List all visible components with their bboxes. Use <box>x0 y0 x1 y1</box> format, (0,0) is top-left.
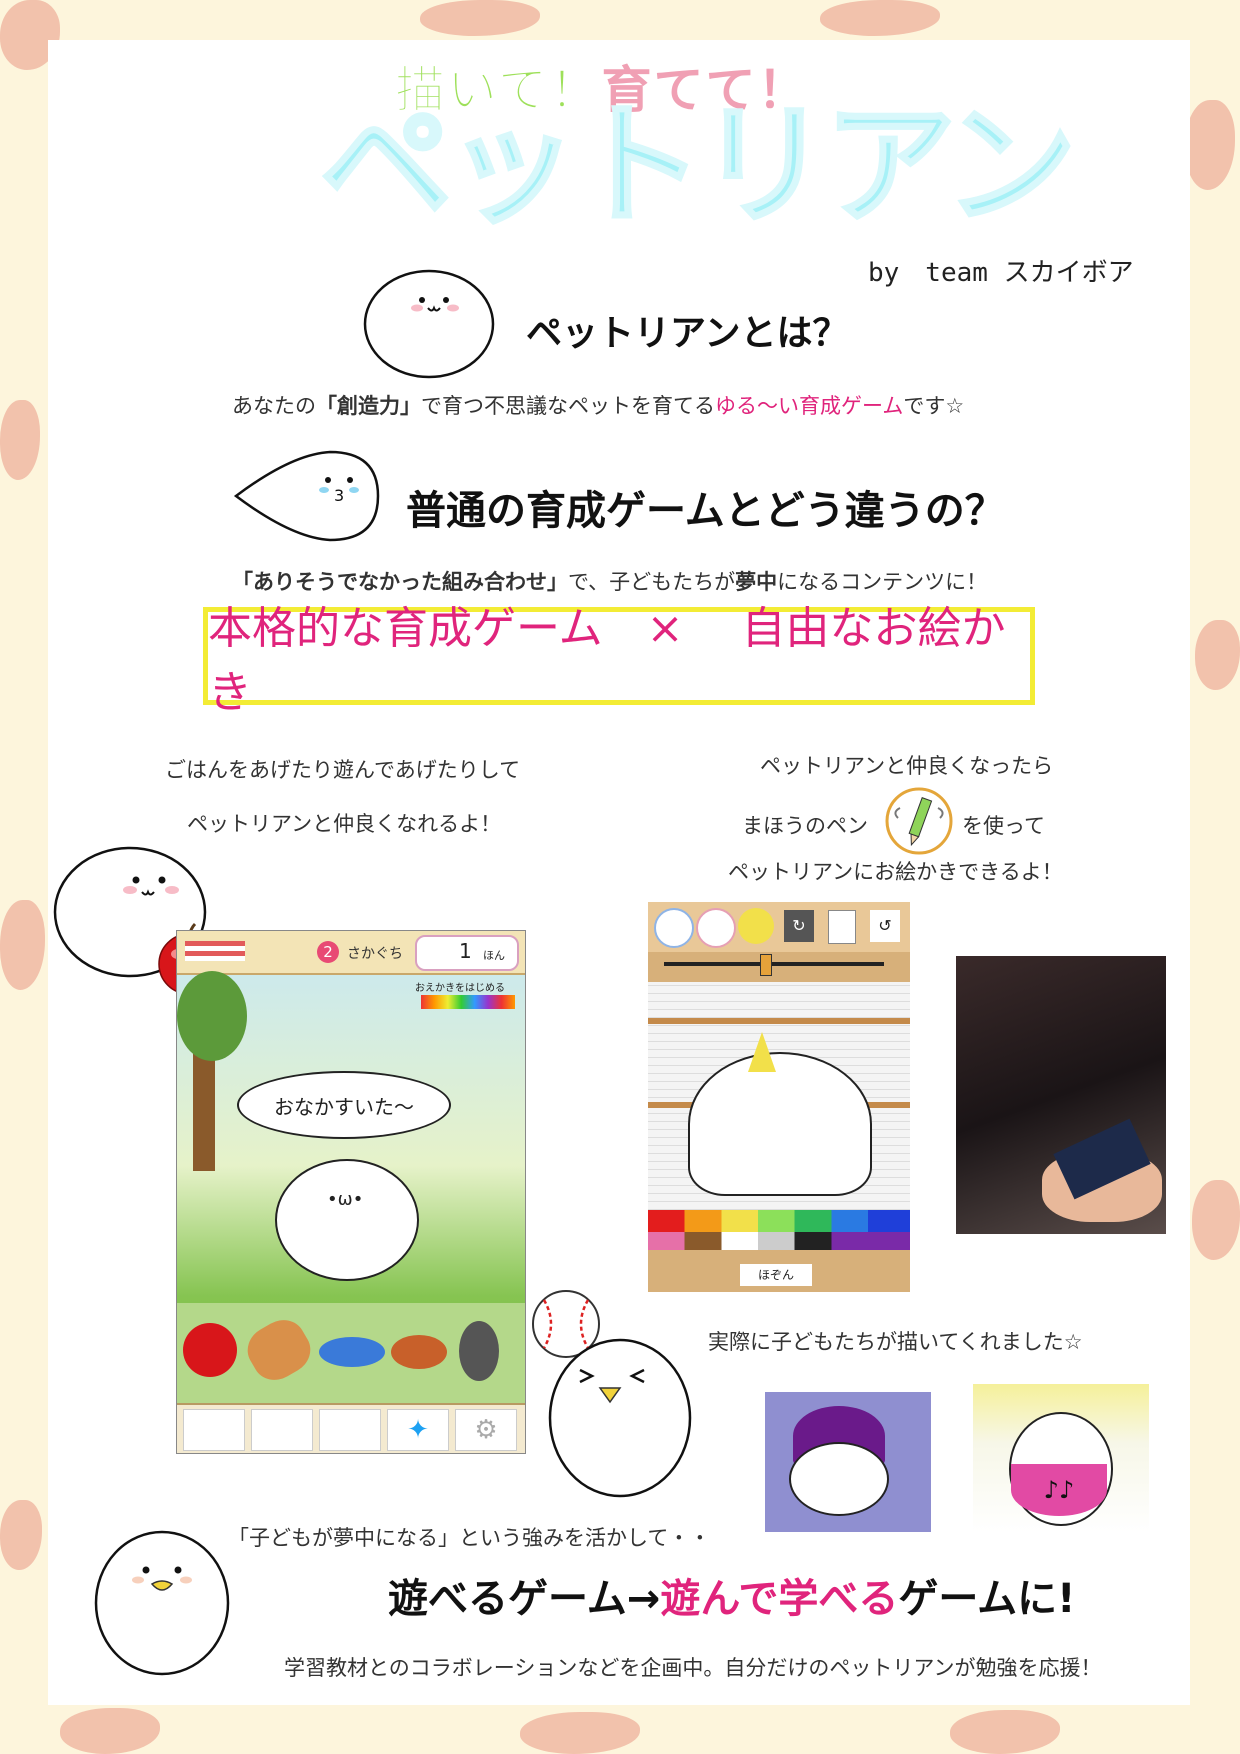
bg-pattern <box>820 0 940 36</box>
drawn-pet <box>688 1052 872 1196</box>
menu-settings-button[interactable]: ⚙ <box>455 1409 517 1451</box>
bg-pattern <box>0 400 40 480</box>
svg-text:3: 3 <box>334 486 344 505</box>
food-meat-icon[interactable] <box>391 1335 447 1369</box>
byline: by team スカイボア <box>868 258 1134 288</box>
drawn-horn <box>748 1032 776 1072</box>
bg-pattern <box>950 1710 1060 1754</box>
bg-pattern <box>1192 1180 1240 1260</box>
game-pet-name: さかぐち <box>347 946 403 962</box>
food-apple-icon[interactable] <box>183 1323 237 1377</box>
highlight-box: 本格的な育成ゲーム × 自由なお絵かき <box>203 603 1035 718</box>
section1-text: あなたの「創造力」で育つ不思議なペットを育てるゆる〜い育成ゲームです☆ <box>232 394 965 418</box>
bottom-slogan: 遊べるゲーム→遊んで学べるゲームに! <box>388 1576 1076 1622</box>
mascot-bird-icon <box>548 1338 692 1498</box>
right-caption-line3: ペットリアンにお絵かきできるよ！ <box>728 860 1063 884</box>
game-pet-face: •ω• <box>327 1189 364 1210</box>
game-crayons <box>421 995 515 1009</box>
magic-pen-icon <box>885 787 953 855</box>
food-fish-icon[interactable] <box>319 1337 385 1367</box>
game-counter-badge: 2 <box>317 941 339 963</box>
redo-icon[interactable]: ↻ <box>784 910 814 942</box>
menu-food-button[interactable] <box>183 1409 245 1451</box>
bucket-tool-icon[interactable] <box>696 908 736 948</box>
left-caption-line2: ペットリアンと仲良くなれるよ！ <box>187 812 502 836</box>
mascot-bird-small-icon <box>94 1530 230 1676</box>
bottom-lead: 「子どもが夢中になる」という強みを活かして・・ <box>228 1526 711 1550</box>
game-draw-prompt[interactable]: おえかきをはじめる <box>415 979 505 994</box>
slider-handle[interactable] <box>760 954 772 976</box>
kid-drawing-1 <box>765 1392 931 1532</box>
eraser-tool-icon[interactable] <box>654 908 694 948</box>
kid-drawing-pet <box>789 1442 889 1516</box>
bg-pattern <box>60 1708 160 1754</box>
right-caption-line2b: を使って <box>962 814 1045 838</box>
section2-heading: 普通の育成ゲームとどう違うの？ <box>406 488 1005 534</box>
title-main: ペットリアン <box>319 89 1079 243</box>
bg-pattern <box>1195 620 1240 690</box>
game-speech-bubble: おなかすいた〜 <box>237 1071 451 1139</box>
pen-tool-icon[interactable] <box>738 908 774 944</box>
left-caption-line1: ごはんをあげたり遊んであげたりして <box>165 758 521 782</box>
child-photo <box>956 956 1166 1234</box>
game-screenshot: 2 さかぐち 1 ほん おえかきをはじめる おなかすいた〜 •ω• ✦ ⚙ <box>176 930 526 1454</box>
right-caption-line1: ペットリアンと仲良くなったら <box>760 754 1054 778</box>
menu-twitter-button[interactable]: ✦ <box>387 1409 449 1451</box>
game-pet-mascot <box>275 1159 419 1281</box>
page-icon[interactable] <box>828 910 856 944</box>
menu-device-button[interactable] <box>319 1409 381 1451</box>
kid-drawing-2: ♪♪ <box>973 1384 1149 1532</box>
mascot-drop-icon: 3 <box>233 450 380 542</box>
bg-pattern <box>0 900 45 990</box>
brush-size-slider[interactable] <box>664 962 884 966</box>
game-pen-count: 1 <box>459 939 472 963</box>
game-pen-unit: ほん <box>483 949 505 962</box>
mascot-round-icon <box>363 269 495 379</box>
bottom-footer: 学習教材とのコラボレーションなどを企画中。自分だけのペットリアンが勉強を応援！ <box>284 1656 1102 1680</box>
color-palette-row2[interactable] <box>648 1232 910 1250</box>
menu-play-button[interactable] <box>251 1409 313 1451</box>
undo-icon[interactable]: ↺ <box>870 910 900 942</box>
game-hp-bars <box>185 941 245 961</box>
right-caption-line2a: まほうのペン <box>742 814 868 838</box>
drawing-screenshot: ↻ ↺ ほぞん <box>648 902 910 1292</box>
shelf-line <box>648 1018 910 1024</box>
kids-caption: 実際に子どもたちが描いてくれました☆ <box>708 1330 1083 1354</box>
save-button[interactable]: ほぞん <box>740 1264 812 1286</box>
game-tree-leaves <box>177 971 247 1061</box>
bg-pattern <box>520 1712 640 1754</box>
section1-heading: ペットリアンとは？ <box>526 313 849 354</box>
bg-pattern <box>1185 100 1235 190</box>
bg-pattern <box>420 0 540 36</box>
kid-drawing-band: ♪♪ <box>1011 1464 1107 1516</box>
bg-pattern <box>0 1500 42 1570</box>
food-seed-icon[interactable] <box>459 1321 499 1381</box>
